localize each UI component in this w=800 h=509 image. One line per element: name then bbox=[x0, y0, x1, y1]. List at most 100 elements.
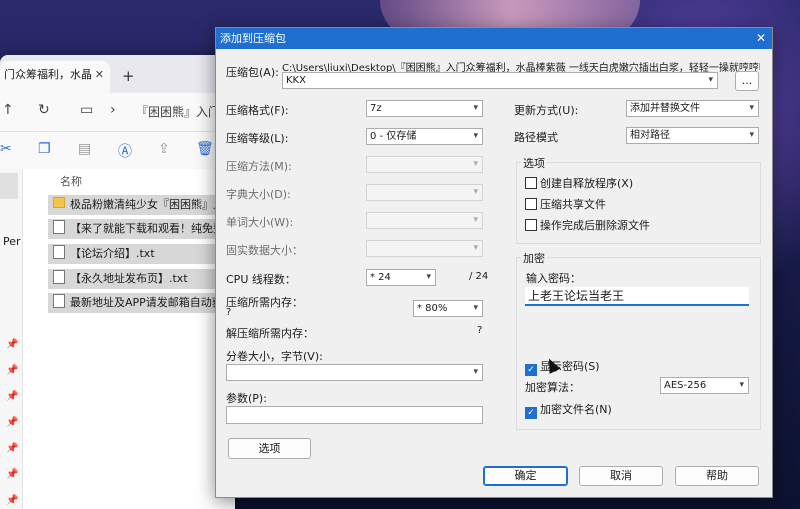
password-input[interactable]: 上老王论坛当老王 bbox=[525, 287, 749, 306]
chevron-down-icon: ▾ bbox=[473, 303, 478, 313]
close-icon[interactable]: ✕ bbox=[756, 28, 766, 49]
mem-decompress-label: 解压缩所需内存： bbox=[226, 327, 314, 340]
share-icon[interactable]: ⇪ bbox=[158, 141, 170, 157]
text-file-icon bbox=[53, 270, 65, 284]
archive-name-value: KKX bbox=[286, 75, 306, 86]
show-password-checkbox[interactable]: ✓ 显示密码(S) bbox=[525, 358, 600, 376]
encryption-method-select[interactable]: AES-256 ▾ bbox=[660, 377, 749, 394]
encryption-group-title: 加密 bbox=[521, 250, 547, 266]
tab-close-icon[interactable]: ✕ bbox=[95, 61, 104, 89]
dialog-titlebar[interactable]: 添加到压缩包 ✕ bbox=[216, 28, 772, 49]
checkbox-empty-icon bbox=[525, 198, 537, 210]
refresh-icon[interactable]: ↻ bbox=[38, 102, 50, 118]
chevron-down-icon: ▾ bbox=[426, 272, 431, 282]
chevron-down-icon: ▾ bbox=[473, 187, 478, 197]
rename-icon[interactable]: Ⓐ bbox=[118, 141, 132, 161]
chevron-down-icon: ▾ bbox=[708, 75, 713, 85]
solid-size-select[interactable]: ▾ bbox=[366, 240, 483, 257]
format-value: 7z bbox=[370, 103, 382, 114]
chevron-down-icon: ▾ bbox=[473, 215, 478, 225]
explorer-content: Per 📌 📌 📌 📌 📌 📌 📌 名称 极品粉嫩清纯少女『困困熊』入门 【来了… bbox=[0, 169, 235, 509]
file-explorer-window: 门众筹福利，水晶 ✕ + ↑ ↻ ▭ › 『困困熊』入门 ✂ ❐ ▤ Ⓐ ⇪ 🗑… bbox=[0, 55, 235, 509]
params-input[interactable] bbox=[226, 406, 483, 424]
word-size-label: 单词大小(W): bbox=[226, 216, 294, 229]
pin-icon: 📌 bbox=[6, 417, 19, 428]
copy-icon[interactable]: ❐ bbox=[38, 141, 51, 157]
level-value: 0 - 仅存储 bbox=[370, 131, 417, 142]
encrypt-names-checkbox[interactable]: ✓ 加密文件名(N) bbox=[525, 401, 612, 419]
new-tab-icon[interactable]: + bbox=[122, 67, 135, 85]
path-mode-value: 相对路径 bbox=[630, 130, 670, 141]
file-name: 最新地址及APP请发邮箱自动获取 bbox=[70, 296, 234, 309]
file-row[interactable]: 【论坛介绍】.txt bbox=[48, 244, 235, 264]
level-select[interactable]: 0 - 仅存储 ▾ bbox=[366, 128, 483, 145]
threads-select[interactable]: * 24 ▾ bbox=[366, 269, 436, 286]
chevron-down-icon: ▾ bbox=[473, 367, 478, 377]
chevron-down-icon: ▾ bbox=[473, 103, 478, 113]
checkbox-empty-icon bbox=[525, 219, 537, 231]
breadcrumb[interactable]: 『困困熊』入门 bbox=[136, 103, 220, 120]
archive-name-combobox[interactable]: KKX ▾ bbox=[282, 72, 718, 89]
file-row[interactable]: 【来了就能下载和观看！纯免费！ bbox=[48, 219, 235, 239]
explorer-tab[interactable]: 门众筹福利，水晶 ✕ bbox=[0, 61, 110, 93]
file-name: 【论坛介绍】.txt bbox=[70, 247, 155, 260]
dialog-title: 添加到压缩包 bbox=[220, 32, 286, 45]
delete-icon[interactable]: 🗑 bbox=[196, 141, 214, 157]
password-value: 上老王论坛当老王 bbox=[528, 289, 625, 303]
volume-combobox[interactable]: ▾ bbox=[226, 364, 483, 381]
dict-size-select[interactable]: ▾ bbox=[366, 184, 483, 201]
solid-size-label: 固实数据大小： bbox=[226, 244, 303, 257]
text-file-icon bbox=[53, 220, 65, 234]
options-group-title: 选项 bbox=[521, 155, 547, 171]
update-mode-select[interactable]: 添加并替换文件 ▾ bbox=[626, 100, 759, 117]
update-mode-label: 更新方式(U): bbox=[514, 104, 579, 117]
mem-compress-value: * 80% bbox=[417, 303, 448, 314]
format-select[interactable]: 7z ▾ bbox=[366, 100, 483, 117]
nav-selected-item[interactable] bbox=[0, 173, 18, 199]
threads-label: CPU 线程数： bbox=[226, 273, 296, 286]
dict-size-label: 字典大小(D): bbox=[226, 188, 291, 201]
pin-icon: 📌 bbox=[6, 469, 19, 480]
ok-button[interactable]: 确定 bbox=[483, 466, 568, 486]
breadcrumb-chevron-icon[interactable]: › bbox=[110, 102, 116, 118]
options-button[interactable]: 选项 bbox=[228, 438, 311, 459]
file-row[interactable]: 最新地址及APP请发邮箱自动获取 bbox=[48, 293, 235, 313]
sfx-checkbox[interactable]: 创建自释放程序(X) bbox=[525, 175, 633, 191]
navigation-pane: Per 📌 📌 📌 📌 📌 📌 📌 bbox=[0, 169, 23, 509]
file-row[interactable]: 【永久地址发布页】.txt bbox=[48, 269, 235, 289]
mem-decompress-value: ? bbox=[477, 325, 483, 336]
word-size-select[interactable]: ▾ bbox=[366, 212, 483, 229]
delete-after-checkbox[interactable]: 操作完成后删除源文件 bbox=[525, 217, 650, 233]
cut-icon[interactable]: ✂ bbox=[0, 141, 12, 157]
mem-compress-select[interactable]: * 80% ▾ bbox=[413, 300, 483, 317]
file-name: 极品粉嫩清纯少女『困困熊』入门 bbox=[70, 198, 235, 211]
chevron-down-icon: ▾ bbox=[473, 243, 478, 253]
volume-label: 分卷大小，字节(V): bbox=[226, 350, 323, 363]
pin-icon: 📌 bbox=[6, 339, 19, 350]
browse-button[interactable]: ... bbox=[735, 71, 759, 91]
chevron-down-icon: ▾ bbox=[749, 130, 754, 140]
nav-item-label[interactable]: Per bbox=[3, 235, 21, 248]
explorer-toolbar: ✂ ❐ ▤ Ⓐ ⇪ 🗑 bbox=[0, 131, 235, 170]
params-label: 参数(P): bbox=[226, 392, 267, 405]
cancel-button[interactable]: 取消 bbox=[579, 466, 663, 486]
shared-files-checkbox[interactable]: 压缩共享文件 bbox=[525, 196, 606, 212]
encryption-method-value: AES-256 bbox=[664, 380, 707, 391]
computer-icon[interactable]: ▭ bbox=[80, 102, 93, 118]
chevron-down-icon: ▾ bbox=[749, 103, 754, 113]
paste-icon[interactable]: ▤ bbox=[78, 141, 91, 157]
explorer-nav-bar: ↑ ↻ ▭ › 『困困熊』入门 bbox=[0, 93, 235, 131]
shared-files-label: 压缩共享文件 bbox=[540, 198, 606, 211]
file-row[interactable]: 极品粉嫩清纯少女『困困熊』入门 bbox=[48, 195, 235, 215]
mem-compress-label: 压缩所需内存： bbox=[226, 296, 303, 309]
folder-icon bbox=[53, 197, 65, 208]
help-button[interactable]: 帮助 bbox=[675, 466, 759, 486]
text-file-icon bbox=[53, 245, 65, 259]
pin-icon: 📌 bbox=[6, 365, 19, 376]
path-mode-select[interactable]: 相对路径 ▾ bbox=[626, 127, 759, 144]
pin-icon: 📌 bbox=[6, 443, 19, 454]
chevron-down-icon: ▾ bbox=[473, 131, 478, 141]
up-arrow-icon[interactable]: ↑ bbox=[2, 102, 14, 118]
method-select[interactable]: ▾ bbox=[366, 156, 483, 173]
column-header-name[interactable]: 名称 bbox=[60, 173, 82, 189]
